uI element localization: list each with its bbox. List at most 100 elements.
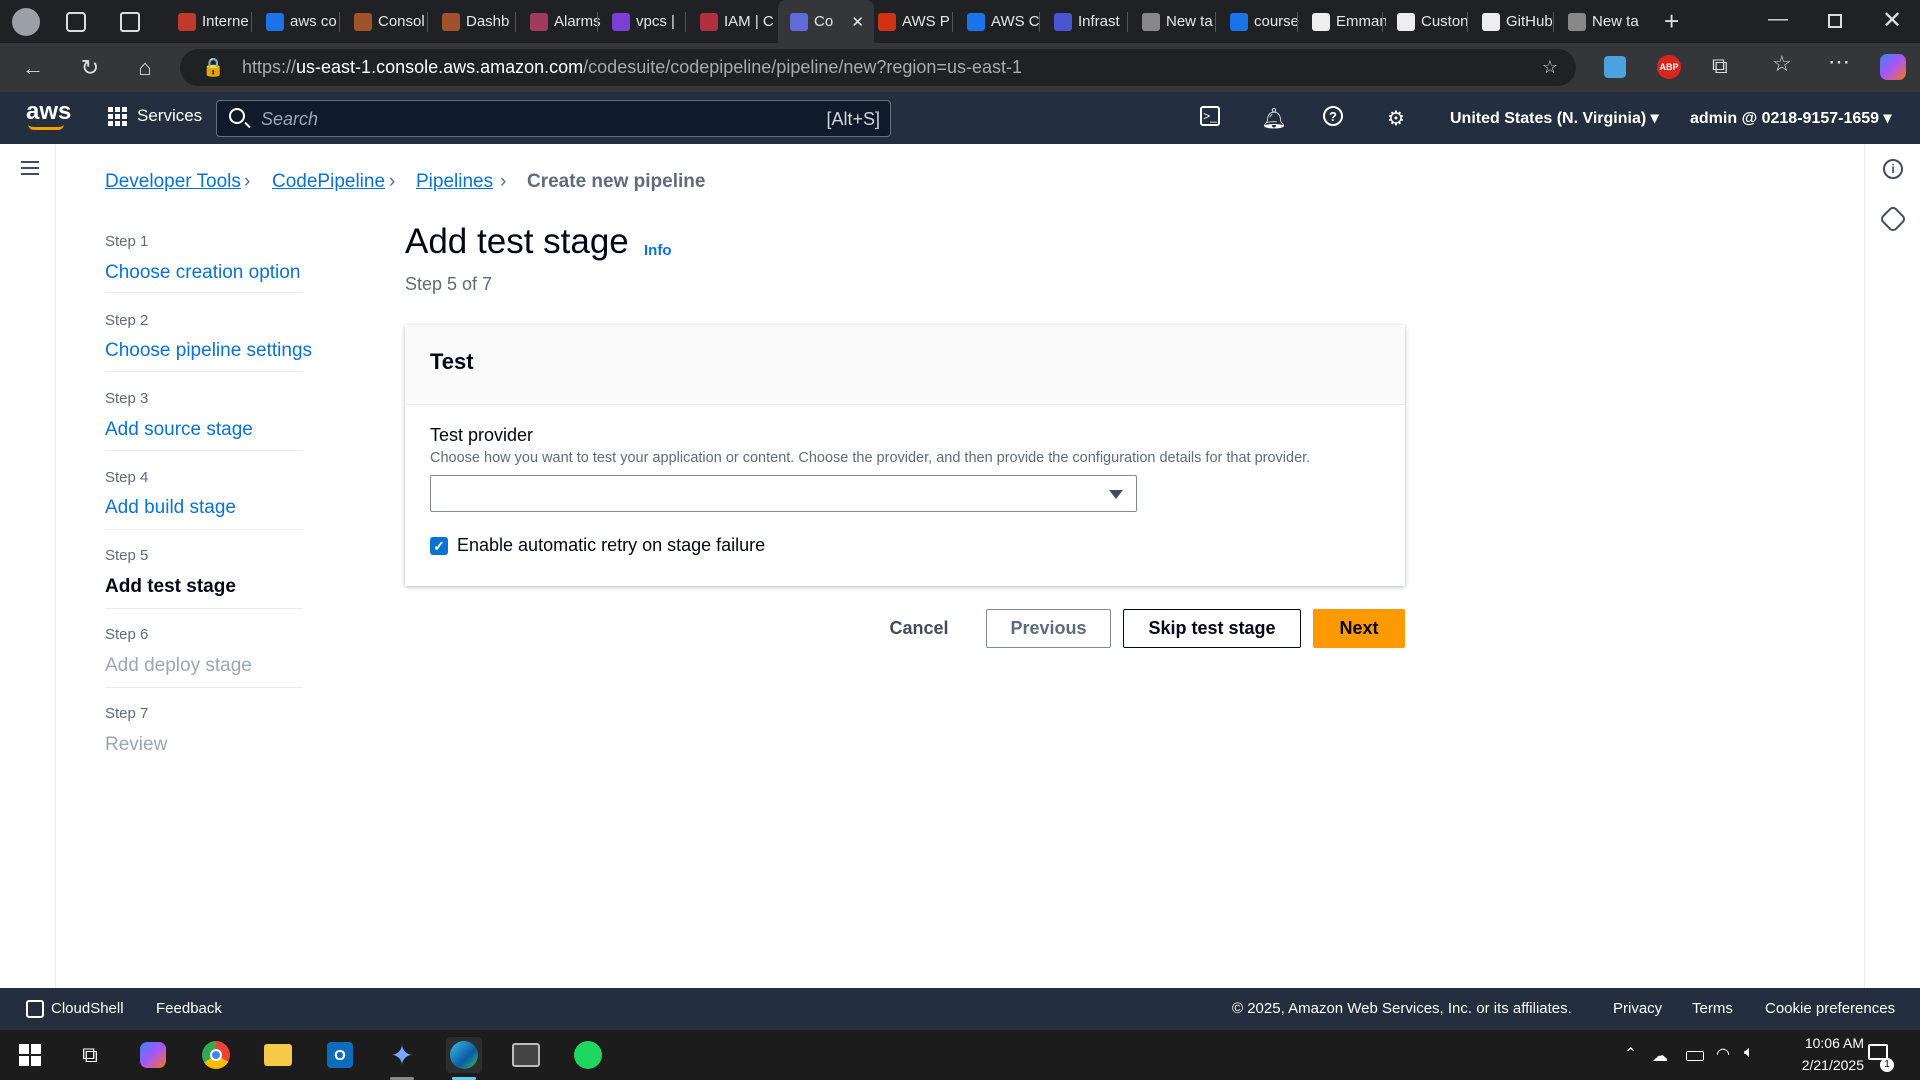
cloudshell-footer-icon[interactable] <box>26 1000 44 1018</box>
cancel-button[interactable]: Cancel <box>876 609 962 648</box>
services-menu[interactable]: Services <box>108 106 202 126</box>
search-input[interactable]: Search [Alt+S] <box>216 100 891 137</box>
next-button[interactable]: Next <box>1313 609 1405 648</box>
browser-tab[interactable]: Emman <box>1300 0 1386 43</box>
onedrive-icon[interactable]: ☁ <box>1652 1046 1668 1066</box>
tab-separator <box>1215 12 1216 32</box>
chrome-icon[interactable] <box>198 1037 234 1073</box>
close-tab-icon[interactable]: ✕ <box>851 13 864 31</box>
favorites-icon[interactable]: ☆ <box>1772 51 1792 77</box>
show-hidden-icons-icon[interactable]: ⌃ <box>1624 1044 1637 1064</box>
step-disabled-add-deploy-stage: Add deploy stage <box>105 655 252 676</box>
cloudshell-link[interactable]: CloudShell <box>51 1000 124 1017</box>
browser-tab[interactable]: Co ✕ <box>778 0 874 43</box>
tab-label: course <box>1254 13 1300 30</box>
breadcrumb-pipelines[interactable]: Pipelines <box>416 171 493 193</box>
browser-tab[interactable]: course <box>1218 0 1304 43</box>
cookie-preferences-link[interactable]: Cookie preferences <box>1765 1000 1895 1017</box>
browser-tab[interactable]: Dashb <box>430 0 516 43</box>
spotify-icon[interactable] <box>570 1037 606 1073</box>
url-input[interactable]: 🔒 https://us-east-1.console.aws.amazon.c… <box>180 49 1576 86</box>
restore-icon[interactable] <box>1828 14 1842 28</box>
account-menu[interactable]: admin @ 0218-9157-1659 ▾ <box>1690 108 1892 128</box>
terms-link[interactable]: Terms <box>1692 1000 1733 1017</box>
new-tab-icon[interactable]: + <box>1664 6 1679 37</box>
console-footer: CloudShell Feedback © 2025, Amazon Web S… <box>0 988 1920 1030</box>
gemini-icon[interactable]: ✦ <box>384 1037 420 1073</box>
account-label: admin @ 0218-9157-1659 <box>1690 110 1880 127</box>
info-link[interactable]: Info <box>644 242 672 259</box>
browser-tab[interactable]: aws co <box>254 0 340 43</box>
volume-icon[interactable]: 🔈︎ <box>1744 1044 1754 1062</box>
help-icon[interactable]: ? <box>1323 106 1343 126</box>
breadcrumb-codepipeline[interactable]: CodePipeline <box>272 171 385 193</box>
browser-address-bar: ← ↻ ⌂ 🔒 https://us-east-1.console.aws.am… <box>0 43 1920 92</box>
step-link-add-source-stage[interactable]: Add source stage <box>105 419 253 441</box>
workspaces-icon[interactable] <box>66 12 86 32</box>
browser-tab[interactable]: New ta <box>1556 0 1642 43</box>
browser-tab[interactable]: vpcs | <box>600 0 686 43</box>
browser-tab[interactable]: New ta <box>1130 0 1216 43</box>
feedback-link[interactable]: Feedback <box>156 1000 222 1017</box>
back-icon[interactable]: ← <box>20 55 46 81</box>
file-explorer-icon[interactable] <box>260 1037 296 1073</box>
browser-tab[interactable]: Custon <box>1385 0 1471 43</box>
previous-button[interactable]: Previous <box>986 609 1111 648</box>
home-icon[interactable]: ⌂ <box>132 55 158 81</box>
extensions-icon[interactable]: ⧉ <box>1712 53 1728 79</box>
hamburger-menu-icon[interactable] <box>21 161 39 175</box>
task-view-icon[interactable]: ⧉ <box>72 1037 108 1073</box>
tab-favicon-icon <box>1397 12 1415 31</box>
browser-tab[interactable]: AWS P <box>866 0 952 43</box>
skip-test-stage-button[interactable]: Skip test stage <box>1123 609 1301 648</box>
close-window-icon[interactable]: ✕ <box>1882 6 1902 35</box>
browser-tab[interactable]: Consol <box>342 0 428 43</box>
breadcrumb-developer-tools[interactable]: Developer Tools <box>105 171 241 193</box>
battery-icon[interactable] <box>1686 1051 1704 1061</box>
more-menu-icon[interactable]: ⋯ <box>1828 49 1850 75</box>
cloudshell-icon[interactable]: >_ <box>1200 106 1220 126</box>
notifications-bell-icon[interactable]: 🔔︎ <box>1261 106 1286 130</box>
copilot-icon[interactable] <box>1880 54 1906 80</box>
windows-start-icon[interactable] <box>12 1037 48 1073</box>
tab-favicon-icon <box>530 12 548 31</box>
test-provider-select[interactable] <box>430 475 1137 512</box>
refresh-icon[interactable]: ↻ <box>77 55 103 81</box>
aws-logo[interactable]: aws <box>26 98 71 126</box>
vertical-tabs-icon[interactable] <box>120 12 140 32</box>
browser-tab[interactable]: Interne <box>166 0 252 43</box>
retry-checkbox-label[interactable]: Enable automatic retry on stage failure <box>457 535 765 556</box>
retry-checkbox[interactable]: ✓ <box>430 537 448 555</box>
screenshot-extension-icon[interactable] <box>1604 56 1626 78</box>
favorite-star-icon[interactable]: ☆ <box>1542 49 1558 86</box>
clock-date[interactable]: 2/21/2025 <box>1782 1057 1864 1073</box>
minimize-icon[interactable]: — <box>1768 8 1788 31</box>
step-link-choose-creation-option[interactable]: Choose creation option <box>105 262 300 284</box>
grid-icon <box>108 106 127 126</box>
browser-tab[interactable]: Infrast <box>1042 0 1128 43</box>
browser-tab[interactable]: IAM | C <box>688 0 774 43</box>
settings-gear-icon[interactable]: ⚙ <box>1384 106 1408 130</box>
region-selector[interactable]: United States (N. Virginia) ▾ <box>1450 108 1659 128</box>
edge-icon[interactable] <box>446 1037 482 1073</box>
browser-tab[interactable]: Alarms <box>518 0 604 43</box>
tab-separator <box>515 12 516 32</box>
browser-tab[interactable]: GitHub <box>1470 0 1556 43</box>
copilot-app-icon[interactable] <box>135 1037 171 1073</box>
profile-avatar[interactable] <box>12 8 40 36</box>
adblock-icon[interactable]: ABP <box>1657 55 1681 79</box>
outlook-icon[interactable]: O <box>322 1037 358 1073</box>
info-panel-icon[interactable]: i <box>1883 159 1903 179</box>
tab-separator <box>597 12 598 32</box>
wifi-icon[interactable]: ◠ <box>1716 1044 1730 1064</box>
clock-time[interactable]: 10:06 AM <box>1782 1035 1864 1051</box>
snipping-tool-icon[interactable] <box>508 1037 544 1073</box>
tutorials-icon[interactable] <box>1878 204 1908 234</box>
step-link-choose-pipeline-settings[interactable]: Choose pipeline settings <box>105 340 312 362</box>
tab-separator <box>339 12 340 32</box>
privacy-link[interactable]: Privacy <box>1613 1000 1662 1017</box>
step-link-add-build-stage[interactable]: Add build stage <box>105 497 236 519</box>
browser-tab[interactable]: AWS C <box>955 0 1041 43</box>
site-info-icon[interactable]: 🔒 <box>202 49 224 86</box>
aws-console-header: aws Services Search [Alt+S] >_ 🔔︎ ? ⚙ Un… <box>0 92 1920 144</box>
